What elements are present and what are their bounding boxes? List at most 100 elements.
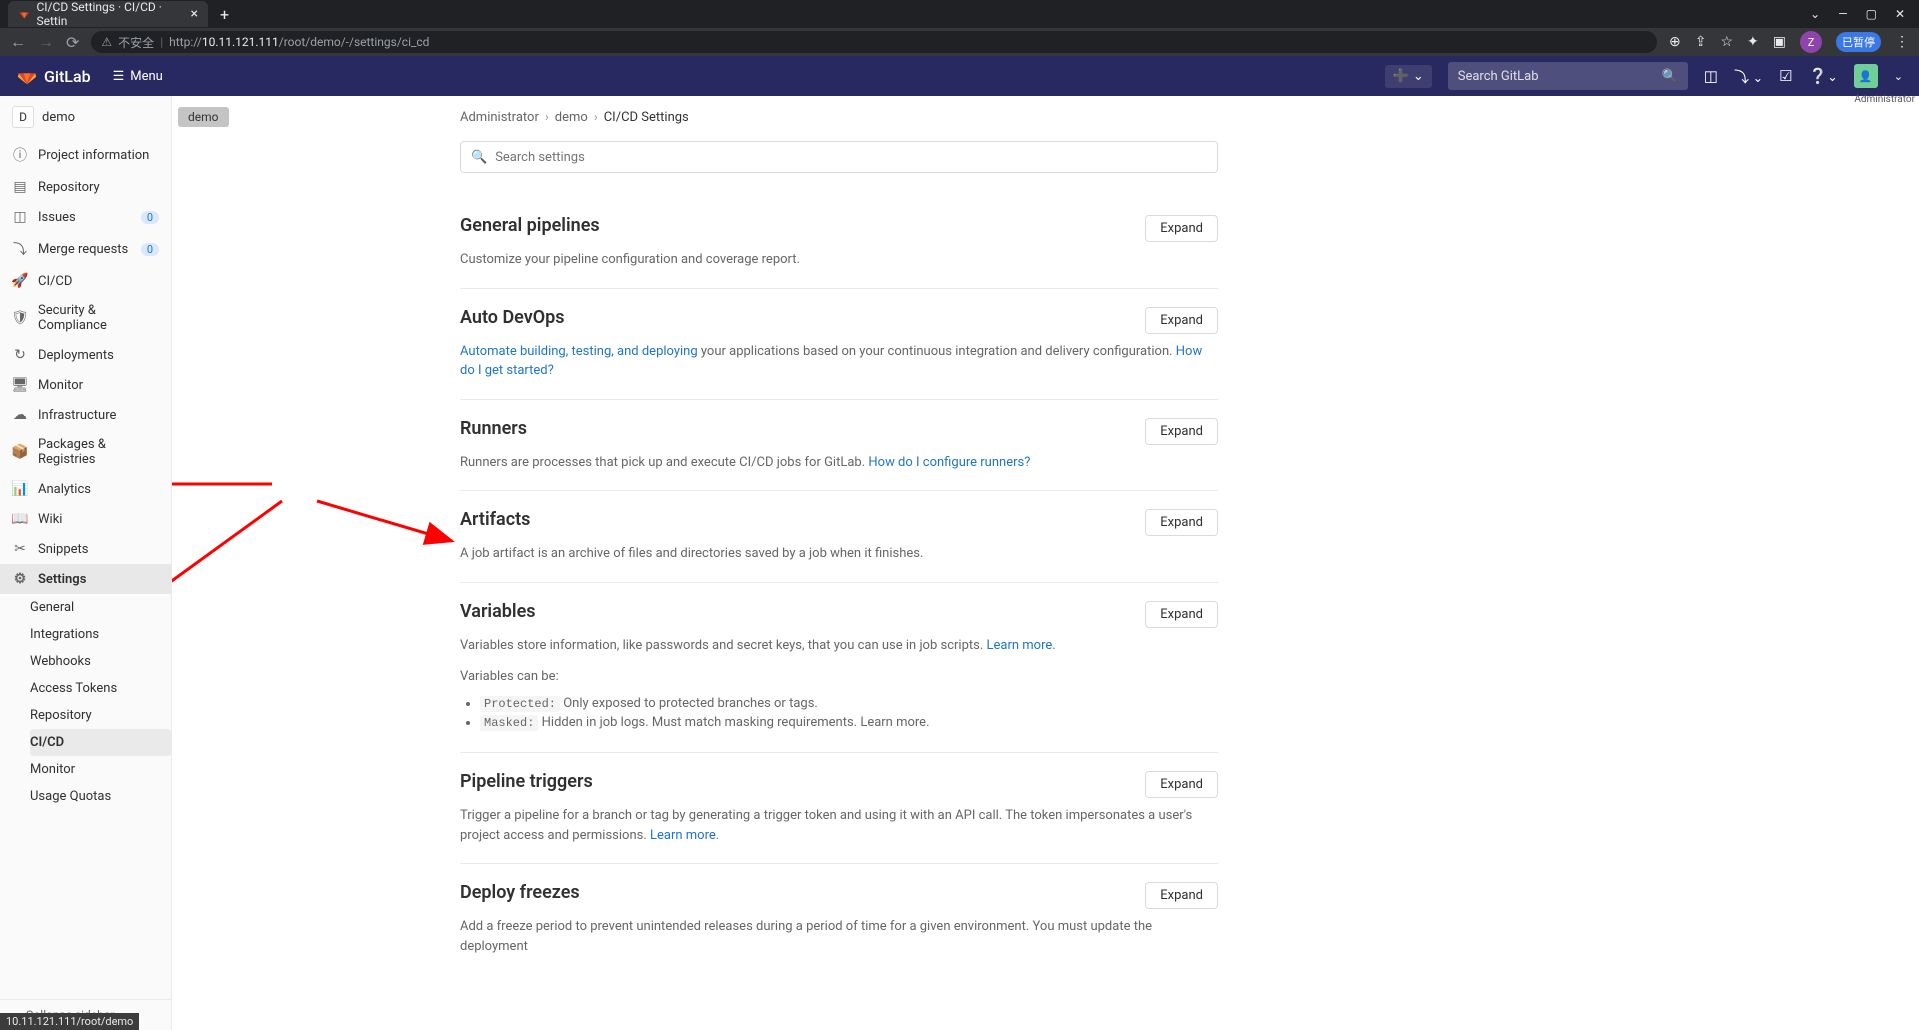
link-learn-more[interactable]: Learn more. bbox=[987, 638, 1056, 653]
expand-button[interactable]: Expand bbox=[1145, 418, 1218, 445]
chevron-down-icon[interactable]: ⌄ bbox=[1894, 70, 1903, 83]
infra-icon: ☁ bbox=[12, 407, 28, 423]
settings-webhooks[interactable]: Webhooks bbox=[30, 648, 171, 675]
expand-button[interactable]: Expand bbox=[1145, 509, 1218, 536]
sidebar-item-cicd[interactable]: 🚀CI/CD bbox=[0, 266, 171, 296]
sidebar-item-wiki[interactable]: 📖Wiki bbox=[0, 504, 171, 534]
settings-repository[interactable]: Repository bbox=[30, 702, 171, 729]
merge-requests-icon[interactable]: ⤵ ⌄ bbox=[1734, 66, 1763, 87]
expand-button[interactable]: Expand bbox=[1145, 882, 1218, 909]
section-pipeline-triggers: Pipeline triggers Expand Trigger a pipel… bbox=[460, 753, 1218, 864]
project-header[interactable]: D demo bbox=[0, 96, 171, 138]
panel-icon[interactable]: ▣ bbox=[1773, 34, 1786, 50]
search-input[interactable] bbox=[1458, 69, 1654, 84]
sidebar-item-infrastructure[interactable]: ☁Infrastructure bbox=[0, 400, 171, 430]
chevron-down-icon[interactable]: ⌄ bbox=[1810, 7, 1820, 21]
link-learn-more[interactable]: Learn more. bbox=[860, 715, 929, 730]
insecure-label: 不安全 bbox=[118, 34, 154, 51]
settings-general[interactable]: General bbox=[30, 594, 171, 621]
sidebar-item-monitor[interactable]: 🖥Monitor bbox=[0, 370, 171, 400]
pause-badge[interactable]: 已暂停 bbox=[1836, 32, 1881, 52]
sidebar-item-security[interactable]: 🛡Security & Compliance bbox=[0, 296, 171, 340]
section-title: Deploy freezes bbox=[460, 882, 580, 903]
link-learn-more[interactable]: Learn more. bbox=[650, 828, 719, 843]
settings-integrations[interactable]: Integrations bbox=[30, 621, 171, 648]
plus-icon: ➕ bbox=[1393, 69, 1409, 84]
minimize-icon[interactable]: — bbox=[1838, 7, 1847, 21]
list-item: Protected: Only exposed to protected bra… bbox=[480, 696, 1218, 711]
breadcrumb-admin[interactable]: Administrator bbox=[460, 110, 539, 125]
browser-tab[interactable]: CI/CD Settings · CI/CD · Settin × bbox=[8, 1, 208, 27]
expand-button[interactable]: Expand bbox=[1145, 307, 1218, 334]
sidebar-item-repository[interactable]: ▤Repository bbox=[0, 172, 171, 202]
section-title: Auto DevOps bbox=[460, 307, 565, 328]
back-button[interactable]: ← bbox=[10, 32, 26, 52]
bookmark-icon[interactable]: ☆ bbox=[1720, 34, 1733, 50]
scissors-icon: ✂ bbox=[12, 541, 28, 557]
context-pill[interactable]: demo bbox=[178, 107, 229, 127]
link-automate[interactable]: Automate building, testing, and deployin… bbox=[460, 344, 698, 359]
chevron-down-icon: ⌄ bbox=[1413, 69, 1424, 84]
search-settings[interactable]: 🔍 bbox=[460, 141, 1218, 173]
sidebar-item-analytics[interactable]: 📊Analytics bbox=[0, 474, 171, 504]
url-field[interactable]: ⚠ 不安全 | http://10.11.121.111/root/demo/-… bbox=[91, 31, 1657, 53]
profile-avatar[interactable]: Z bbox=[1800, 31, 1822, 53]
sidebar-item-merge-requests[interactable]: ⤵Merge requests0 bbox=[0, 232, 171, 266]
section-title: Pipeline triggers bbox=[460, 771, 593, 792]
breadcrumb-project[interactable]: demo bbox=[555, 110, 588, 125]
sidebar-item-deployments[interactable]: ↻Deployments bbox=[0, 340, 171, 370]
global-search[interactable]: 🔍 bbox=[1448, 62, 1688, 90]
gear-icon: ⚙ bbox=[12, 571, 28, 587]
menu-icon[interactable]: ⋮ bbox=[1895, 34, 1909, 50]
list-item: Masked: Hidden in job logs. Must match m… bbox=[480, 715, 1218, 730]
monitor-icon: 🖥 bbox=[12, 377, 28, 393]
hamburger-icon: ☰ bbox=[113, 69, 125, 84]
link-configure-runners[interactable]: How do I configure runners? bbox=[868, 455, 1030, 470]
new-tab-button[interactable]: + bbox=[220, 5, 229, 24]
sidebar-item-settings[interactable]: ⚙Settings bbox=[0, 564, 171, 594]
issues-badge: 0 bbox=[141, 211, 159, 224]
forward-button[interactable]: → bbox=[38, 32, 54, 52]
sidebar-item-snippets[interactable]: ✂Snippets bbox=[0, 534, 171, 564]
section-title: Artifacts bbox=[460, 509, 530, 530]
close-icon[interactable]: × bbox=[191, 6, 198, 22]
repo-icon: ▤ bbox=[12, 179, 28, 195]
settings-access-tokens[interactable]: Access Tokens bbox=[30, 675, 171, 702]
context-header: demo bbox=[178, 106, 229, 125]
settings-usage-quotas[interactable]: Usage Quotas bbox=[30, 783, 171, 810]
expand-button[interactable]: Expand bbox=[1145, 601, 1218, 628]
todos-icon[interactable]: ☑ bbox=[1779, 67, 1792, 85]
close-window-icon[interactable]: ✕ bbox=[1895, 7, 1905, 21]
help-icon[interactable]: ❔⌄ bbox=[1809, 67, 1838, 85]
breadcrumb: Administrator › demo › CI/CD Settings bbox=[460, 110, 1218, 125]
info-icon: ⓘ bbox=[12, 145, 28, 165]
extensions-icon[interactable]: ✦ bbox=[1747, 34, 1759, 50]
settings-monitor[interactable]: Monitor bbox=[30, 756, 171, 783]
project-name: demo bbox=[42, 110, 75, 125]
section-runners: Runners Expand Runners are processes tha… bbox=[460, 400, 1218, 492]
sidebar-item-issues[interactable]: ◫Issues0 bbox=[0, 202, 171, 232]
maximize-icon[interactable]: ▢ bbox=[1866, 7, 1877, 21]
section-title: Runners bbox=[460, 418, 527, 439]
expand-button[interactable]: Expand bbox=[1145, 215, 1218, 242]
gitlab-logo[interactable]: GitLab bbox=[16, 65, 91, 87]
translate-icon[interactable]: ⊕ bbox=[1669, 34, 1681, 50]
share-icon[interactable]: ⇪ bbox=[1695, 34, 1707, 50]
main-content: demo Administrator › demo › CI/CD Settin… bbox=[172, 96, 1919, 1030]
search-icon: 🔍 bbox=[1662, 69, 1678, 84]
expand-button[interactable]: Expand bbox=[1145, 771, 1218, 798]
project-avatar: D bbox=[12, 106, 34, 128]
issues-icon[interactable]: ◫ bbox=[1704, 67, 1718, 85]
settings-submenu: General Integrations Webhooks Access Tok… bbox=[0, 594, 171, 810]
settings-cicd[interactable]: CI/CD bbox=[30, 729, 171, 756]
sidebar-item-packages[interactable]: 📦Packages & Registries bbox=[0, 430, 171, 474]
tab-title: CI/CD Settings · CI/CD · Settin bbox=[36, 0, 178, 28]
menu-button[interactable]: ☰ Menu bbox=[113, 69, 163, 84]
new-dropdown[interactable]: ➕⌄ bbox=[1385, 65, 1432, 88]
search-settings-input[interactable] bbox=[495, 150, 1207, 165]
reload-button[interactable]: ⟳ bbox=[66, 33, 79, 52]
section-title: General pipelines bbox=[460, 215, 600, 236]
sidebar-item-project-information[interactable]: ⓘProject information bbox=[0, 138, 171, 172]
user-avatar[interactable]: 👤 bbox=[1854, 64, 1878, 88]
mr-badge: 0 bbox=[141, 243, 159, 256]
